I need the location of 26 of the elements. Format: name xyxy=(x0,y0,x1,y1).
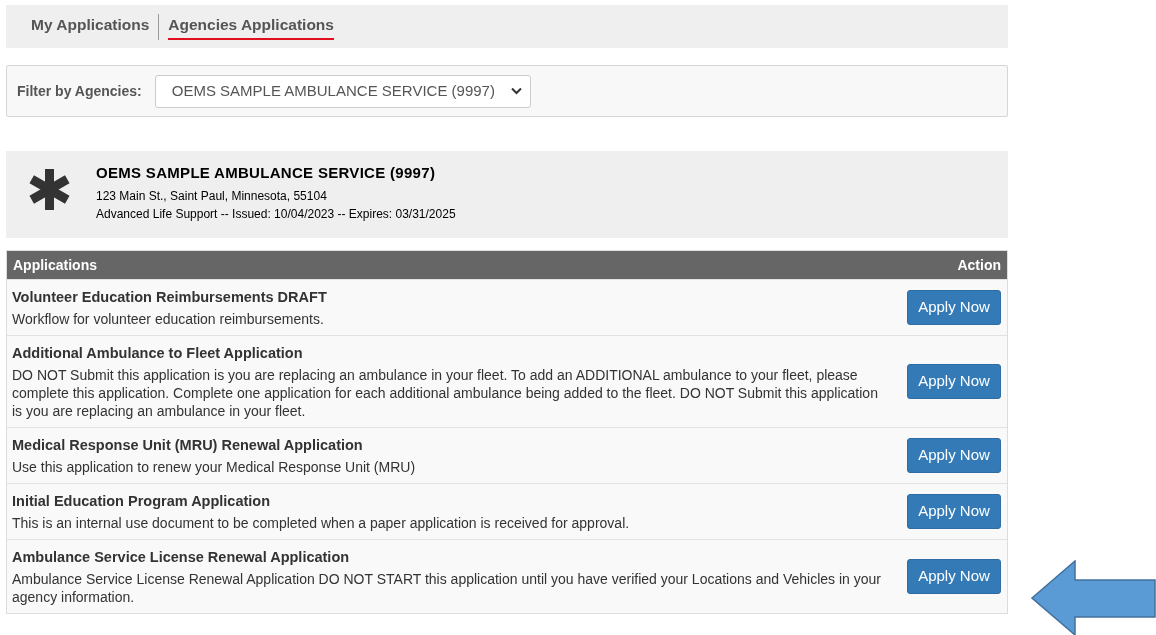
license-info: Advanced Life Support -- Issued: 10/04/2023 -- Expires: 03/31/2025 xyxy=(96,207,456,222)
agency-select[interactable]: OEMS SAMPLE AMBULANCE SERVICE (9997) xyxy=(154,74,531,108)
asterisk-icon xyxy=(29,169,70,210)
chevron-down-icon xyxy=(510,87,522,95)
application-description: DO NOT Submit this application is you are replacing an ambulance in your fleet. To add an ADDITIONAL ambulance to your fleet, please complete this application. Complete one application for each additional ambulance being added to the fleet. DO NOT Submit this application is you are replacing an ambulance in your fleet. xyxy=(12,366,879,420)
application-description: Workflow for volunteer education reimbursements. xyxy=(12,310,325,328)
application-title: Ambulance Service License Renewal Application xyxy=(12,548,351,567)
application-description: Ambulance Service License Renewal Application DO NOT START this application until you have verified your Locations and Vehicles in your agency information. xyxy=(12,570,882,606)
column-header: Action xyxy=(957,255,1001,275)
agency-address: 123 Main St., Saint Paul, Minnesota, 55104 xyxy=(96,189,328,204)
apply-now-button[interactable]: Apply Now xyxy=(907,494,1001,529)
apply-now-button[interactable]: Apply Now xyxy=(907,438,1001,473)
filter-label: Filter by Agencies: xyxy=(17,81,142,101)
tab[interactable]: My Applications xyxy=(31,13,150,40)
application-description: Use this application to renew your Medical Response Unit (MRU) xyxy=(12,458,417,476)
tab[interactable]: Agencies Applications xyxy=(168,13,334,40)
application-title: Additional Ambulance to Fleet Application xyxy=(12,344,304,363)
apply-now-button[interactable]: Apply Now xyxy=(907,290,1001,325)
agency-name: OEMS SAMPLE AMBULANCE SERVICE (9997) xyxy=(96,164,437,182)
application-title: Medical Response Unit (MRU) Renewal Application xyxy=(12,436,364,455)
application-title: Volunteer Education Reimbursements DRAFT xyxy=(12,288,328,307)
application-title: Initial Education Program Application xyxy=(12,492,272,511)
apply-now-button[interactable]: Apply Now xyxy=(907,559,1001,594)
application-description: This is an internal use document to be completed when a paper application is received for approval. xyxy=(12,514,631,532)
column-header: Applications xyxy=(13,255,97,275)
apply-now-button[interactable]: Apply Now xyxy=(907,364,1001,399)
